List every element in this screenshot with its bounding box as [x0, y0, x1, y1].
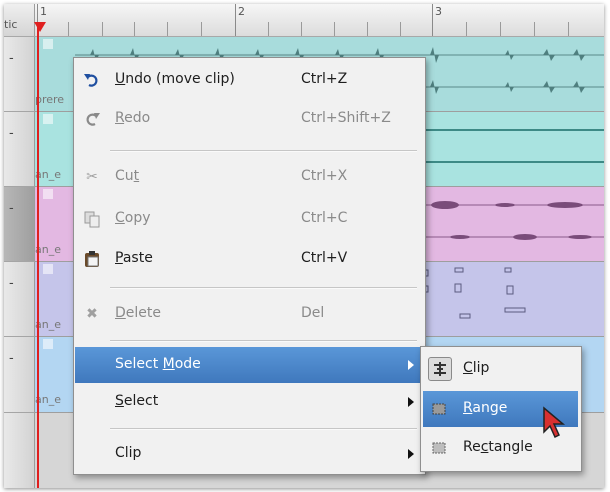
bar-number: 1	[40, 5, 47, 18]
menu-item-label: Delete	[115, 305, 161, 321]
paste-icon	[83, 250, 101, 268]
submenu-arrow-icon	[408, 449, 414, 459]
track-header[interactable]: -	[4, 337, 35, 413]
rectangle-mode-icon	[429, 438, 449, 458]
shortcut-label: Del	[301, 305, 325, 321]
menu-item-select-mode[interactable]: Select Mode	[75, 347, 424, 383]
menu-item-label: Select Mode	[115, 356, 201, 372]
bar-number: 2	[238, 5, 245, 18]
cut-icon: ✂	[86, 169, 98, 185]
shortcut-label: Ctrl+X	[301, 168, 348, 184]
menu-separator	[110, 287, 417, 289]
shortcut-label: Ctrl+V	[301, 250, 348, 266]
track-header-empty[interactable]	[4, 413, 35, 488]
menu-separator	[110, 428, 417, 430]
timeline-ruler[interactable]: 1 2 3	[4, 4, 604, 37]
menu-item-redo[interactable]: Redo Ctrl+Shift+Z	[75, 101, 424, 137]
menu-item-paste[interactable]: Paste Ctrl+V	[75, 241, 424, 277]
playhead-line	[37, 24, 39, 488]
menu-item-label: Select	[115, 393, 159, 409]
shortcut-label: Ctrl+C	[301, 210, 348, 226]
clip-handle[interactable]	[43, 339, 53, 349]
bar-number: 3	[435, 5, 442, 18]
menu-item-label: Paste	[115, 250, 153, 266]
undo-icon	[83, 71, 101, 89]
menu-item-label: Copy	[115, 210, 151, 226]
menu-item-undo[interactable]: Undo (move clip) Ctrl+Z	[75, 62, 424, 98]
shortcut-label: Ctrl+Z	[301, 71, 348, 87]
arranger-workspace: 1 2 3 tic - - - - - prere an_e an_e an_e…	[4, 4, 604, 488]
mouse-cursor-icon	[543, 406, 566, 439]
menu-item-label: Undo (move clip)	[115, 71, 235, 87]
menu-item-label: Redo	[115, 110, 151, 126]
track-header[interactable]: -	[4, 262, 35, 337]
ruler-corner-label: tic	[4, 18, 18, 31]
submenu-item-label: Rectangle	[463, 439, 533, 455]
menu-item-clip[interactable]: Clip	[75, 436, 424, 472]
menu-item-select[interactable]: Select	[75, 384, 424, 420]
shortcut-label: Ctrl+Shift+Z	[301, 110, 391, 126]
playhead-marker[interactable]	[34, 22, 46, 32]
submenu-item-label: Range	[463, 400, 508, 416]
submenu-item-clip[interactable]: Clip	[423, 351, 578, 387]
menu-item-copy[interactable]: Copy Ctrl+C	[75, 201, 424, 237]
menu-item-cut[interactable]: ✂ Cut Ctrl+X	[75, 159, 424, 195]
redo-icon	[83, 110, 101, 128]
menu-item-delete[interactable]: ✖ Delete Del	[75, 296, 424, 332]
menu-item-label: Cut	[115, 168, 140, 184]
delete-icon: ✖	[86, 306, 98, 322]
context-menu: Undo (move clip) Ctrl+Z Redo Ctrl+Shift+…	[73, 57, 426, 475]
submenu-arrow-icon	[408, 360, 414, 370]
track-header[interactable]: -	[4, 112, 35, 187]
menu-item-label: Clip	[115, 445, 142, 461]
submenu-arrow-icon	[408, 397, 414, 407]
menu-separator	[110, 150, 417, 152]
clip-mode-icon	[428, 357, 452, 381]
range-mode-icon	[429, 399, 449, 419]
track-header[interactable]: -	[4, 37, 35, 112]
menu-separator	[110, 340, 417, 342]
copy-icon	[83, 210, 101, 228]
submenu-item-label: Clip	[463, 360, 490, 376]
track-header-selected[interactable]: -	[4, 187, 35, 262]
ruler-corner: tic	[4, 4, 35, 36]
